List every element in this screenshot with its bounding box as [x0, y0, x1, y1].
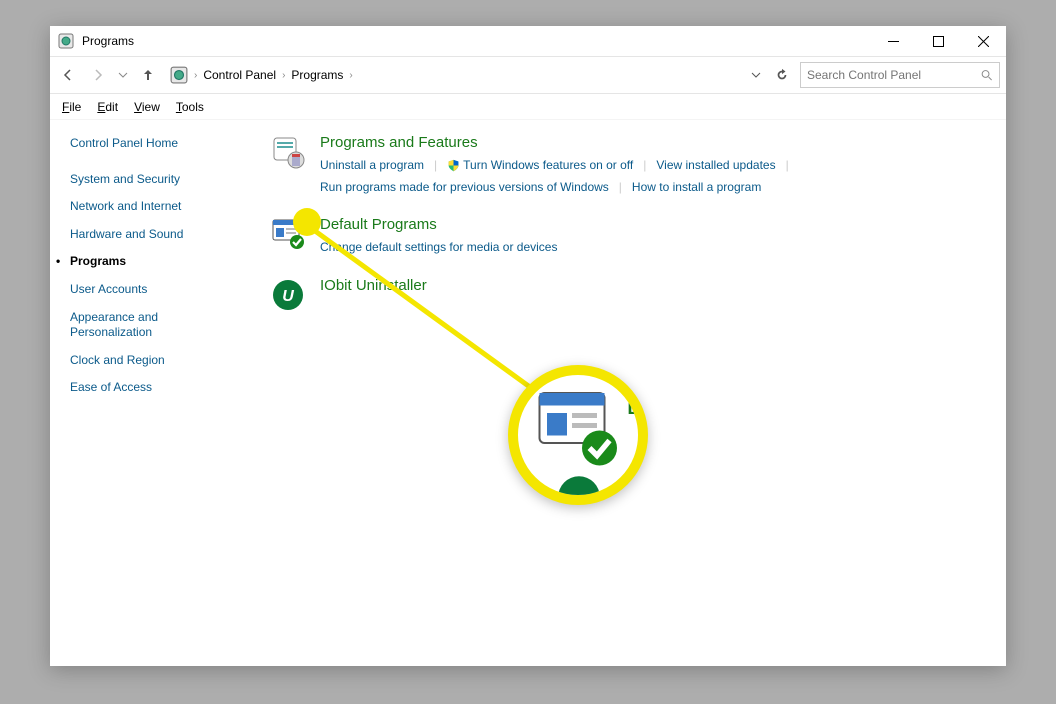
minimize-button[interactable]: [871, 26, 916, 56]
search-icon: [981, 69, 993, 82]
sidebar-item-system[interactable]: System and Security: [70, 172, 242, 188]
titlebar: Programs: [50, 26, 1006, 56]
breadcrumb-programs[interactable]: Programs: [291, 68, 343, 82]
breadcrumb-separator: ›: [349, 70, 352, 81]
svg-text:U: U: [282, 288, 294, 305]
default-programs-title[interactable]: Default Programs: [320, 216, 986, 233]
sidebar-item-programs[interactable]: Programs: [70, 254, 242, 270]
breadcrumb-control-panel[interactable]: Control Panel: [203, 68, 276, 82]
programs-features-icon: [270, 134, 306, 170]
menu-file[interactable]: File: [62, 100, 81, 114]
category-default-programs: Default Programs Change default settings…: [270, 216, 986, 259]
content-area: Control Panel Home System and Security N…: [50, 120, 1006, 666]
control-panel-icon: [58, 33, 74, 49]
control-panel-window: Programs › Control Panel › Progra: [50, 26, 1006, 666]
iobit-title[interactable]: IObit Uninstaller: [320, 277, 986, 294]
main-panel: Programs and Features Uninstall a progra…: [250, 120, 1006, 666]
control-panel-folder-icon: [170, 66, 188, 84]
link-view-updates[interactable]: View installed updates: [656, 155, 775, 177]
menu-bar: File Edit View Tools: [50, 94, 1006, 120]
menu-tools[interactable]: Tools: [176, 100, 204, 114]
refresh-button[interactable]: [770, 63, 794, 87]
sidebar-item-network[interactable]: Network and Internet: [70, 199, 242, 215]
search-box[interactable]: [800, 62, 1000, 88]
window-title: Programs: [82, 34, 871, 48]
sidebar-item-home[interactable]: Control Panel Home: [70, 136, 242, 152]
recent-locations-dropdown[interactable]: [116, 63, 130, 87]
programs-features-title[interactable]: Programs and Features: [320, 134, 986, 151]
category-programs-features: Programs and Features Uninstall a progra…: [270, 134, 986, 198]
link-change-defaults[interactable]: Change default settings for media or dev…: [320, 237, 557, 259]
close-button[interactable]: [961, 26, 1006, 56]
back-button[interactable]: [56, 63, 80, 87]
up-button[interactable]: [136, 63, 160, 87]
sidebar-item-clock[interactable]: Clock and Region: [70, 353, 242, 369]
sidebar-item-ease[interactable]: Ease of Access: [70, 380, 242, 396]
breadcrumb-dropdown[interactable]: [748, 63, 764, 87]
sidebar-item-appearance[interactable]: Appearance and Personalization: [70, 310, 242, 341]
forward-button[interactable]: [86, 63, 110, 87]
breadcrumb-separator: ›: [282, 70, 285, 81]
sidebar-item-hardware[interactable]: Hardware and Sound: [70, 227, 242, 243]
search-input[interactable]: [807, 68, 981, 82]
category-iobit: U IObit Uninstaller: [270, 277, 986, 313]
menu-edit[interactable]: Edit: [97, 100, 118, 114]
sidebar-item-users[interactable]: User Accounts: [70, 282, 242, 298]
link-windows-features[interactable]: Turn Windows features on or off: [463, 155, 633, 177]
breadcrumb[interactable]: › Control Panel › Programs ›: [166, 66, 742, 84]
sidebar: Control Panel Home System and Security N…: [50, 120, 250, 666]
link-how-install[interactable]: How to install a program: [632, 177, 761, 199]
link-uninstall-program[interactable]: Uninstall a program: [320, 155, 424, 177]
default-programs-icon: [270, 216, 306, 252]
menu-view[interactable]: View: [134, 100, 160, 114]
iobit-icon: U: [270, 277, 306, 313]
navigation-bar: › Control Panel › Programs ›: [50, 56, 1006, 94]
breadcrumb-separator: ›: [194, 70, 197, 81]
shield-icon: [447, 159, 460, 172]
maximize-button[interactable]: [916, 26, 961, 56]
link-run-previous[interactable]: Run programs made for previous versions …: [320, 177, 609, 199]
